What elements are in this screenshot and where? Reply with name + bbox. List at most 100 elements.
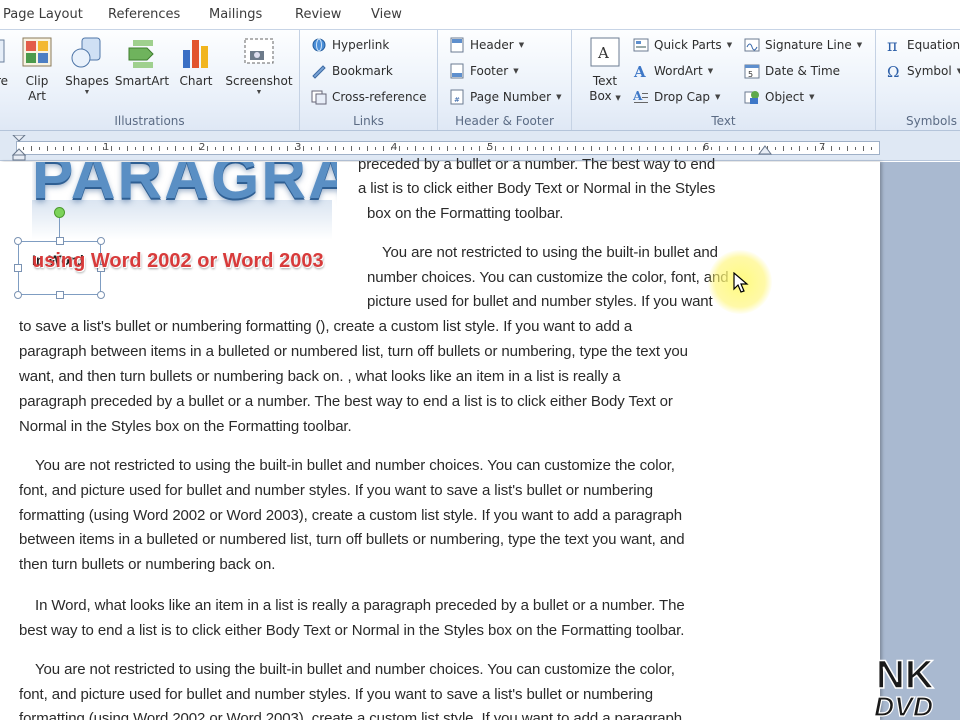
ruler-tick	[343, 147, 344, 150]
rotation-handle[interactable]	[54, 207, 65, 218]
clip-art-label-1: Clip	[25, 74, 49, 88]
ruler-tick	[607, 146, 608, 151]
drop-cap-button[interactable]: A Drop Cap ▼	[632, 87, 720, 107]
ruler-tick	[359, 147, 360, 150]
ruler-tick	[351, 146, 352, 151]
ruler-tick	[415, 146, 416, 151]
tab-review[interactable]: Review	[295, 7, 341, 22]
tab-page-layout[interactable]: Page Layout	[3, 7, 83, 22]
svg-text:A: A	[633, 63, 646, 79]
ruler-tick	[751, 146, 752, 151]
clip-art-icon	[20, 36, 54, 70]
wordart-button[interactable]: A WordArt ▼	[633, 61, 713, 81]
ruler-tick	[239, 146, 240, 151]
group-header-footer: Header ▼ Footer ▼ # Page Number ▼ Header…	[438, 30, 572, 130]
ribbon: re Clip Art Shapes	[0, 30, 960, 131]
footer-icon	[449, 63, 465, 79]
ruler-tick	[375, 147, 376, 150]
page-number-dropdown-icon: ▼	[556, 93, 562, 101]
equation-label: Equation	[907, 38, 960, 52]
doc-line: You are not restricted to using the buil…	[35, 661, 675, 678]
ruler-tick	[631, 147, 632, 150]
signature-line-button[interactable]: Signature Line ▼	[744, 35, 862, 55]
shapes-button[interactable]: Shapes ▼	[64, 36, 110, 96]
resize-handle[interactable]	[56, 237, 64, 245]
resize-handle[interactable]	[97, 237, 105, 245]
ruler-tick	[95, 146, 96, 151]
ruler-tick	[719, 146, 720, 151]
nk-dvd-logo: NK DVD	[873, 652, 934, 718]
group-text: A Text Box ▼ Quick Parts ▼ A WordArt ▼ A…	[572, 30, 876, 130]
page-number-button[interactable]: # Page Number ▼	[449, 87, 561, 107]
horizontal-ruler[interactable]: 1 2 3 4 5 6 7	[16, 141, 880, 155]
ruler-tick	[583, 147, 584, 150]
right-indent-marker-icon[interactable]	[758, 145, 772, 157]
clip-art-button[interactable]: Clip Art	[20, 36, 54, 104]
group-symbols: π Equation Ω Symbol ▼ Symbols	[876, 30, 960, 130]
ruler-tick	[847, 146, 848, 151]
ruler-tick	[487, 147, 488, 150]
ruler-tick	[247, 147, 248, 150]
ruler-tick	[743, 147, 744, 150]
ruler-tick	[591, 146, 592, 151]
ruler-tick	[159, 146, 160, 151]
quick-parts-dropdown-icon: ▼	[726, 41, 733, 49]
mouse-pointer-icon	[733, 272, 749, 293]
ruler-tick	[423, 147, 424, 150]
bookmark-label: Bookmark	[332, 64, 393, 78]
svg-text:π: π	[887, 37, 898, 53]
object-button[interactable]: Object ▼	[744, 87, 814, 107]
picture-button[interactable]: re	[0, 36, 10, 89]
bookmark-button[interactable]: Bookmark	[311, 61, 393, 81]
screenshot-icon	[242, 36, 276, 70]
cross-reference-button[interactable]: Cross-reference	[311, 87, 427, 107]
ruler-tick	[175, 146, 176, 151]
ruler-tick	[383, 146, 384, 151]
screenshot-button[interactable]: Screenshot ▼	[222, 36, 296, 96]
group-illustrations: re Clip Art Shapes	[0, 30, 300, 130]
header-button[interactable]: Header ▼	[449, 35, 524, 55]
smartart-button[interactable]: SmartArt	[114, 36, 170, 89]
quick-parts-button[interactable]: Quick Parts ▼	[633, 35, 732, 55]
ruler-tick	[399, 146, 400, 151]
page-number-icon: #	[449, 89, 465, 105]
footer-button[interactable]: Footer ▼	[449, 61, 519, 81]
footer-label: Footer	[470, 64, 509, 78]
resize-handle[interactable]	[97, 291, 105, 299]
text-box-label-1: Text	[592, 74, 618, 88]
ruler-tick	[71, 147, 72, 150]
text-box-button[interactable]: A Text Box ▼	[580, 36, 630, 106]
ruler-tick	[527, 146, 528, 151]
indent-marker-icon[interactable]	[11, 135, 27, 161]
signature-line-label: Signature Line	[765, 38, 852, 52]
resize-handle[interactable]	[14, 264, 22, 272]
ruler-tick	[623, 146, 624, 151]
equation-button[interactable]: π Equation	[886, 35, 960, 55]
wordart-caption[interactable]: using Word 2002 or Word 2003	[32, 250, 324, 273]
ruler-tick	[871, 147, 872, 150]
date-time-button[interactable]: 5 Date & Time	[744, 61, 840, 81]
ruler-tick	[135, 147, 136, 150]
ruler-tick	[39, 147, 40, 150]
resize-handle[interactable]	[14, 291, 22, 299]
symbol-button[interactable]: Ω Symbol ▼	[886, 61, 960, 81]
chart-button[interactable]: Chart	[176, 36, 216, 89]
doc-line: paragraph preceded by a bullet or a numb…	[19, 393, 673, 410]
tab-references[interactable]: References	[108, 7, 180, 22]
ruler-tick	[151, 147, 152, 150]
tab-view[interactable]: View	[371, 7, 402, 22]
clip-art-label-2: Art	[28, 89, 46, 103]
page-number-label: Page Number	[470, 90, 552, 104]
resize-handle[interactable]	[56, 291, 64, 299]
ruler-tick	[647, 147, 648, 150]
group-label-text: Text	[711, 114, 736, 128]
tab-mailings[interactable]: Mailings	[209, 7, 262, 22]
svg-text:A: A	[597, 44, 609, 62]
wordart-title[interactable]: PARAGRAPH	[32, 162, 337, 222]
hyperlink-button[interactable]: Hyperlink	[311, 35, 389, 55]
ruler-tick	[567, 147, 568, 150]
group-label-illustrations: Illustrations	[114, 114, 185, 128]
resize-handle[interactable]	[14, 237, 22, 245]
ruler-tick	[823, 147, 824, 150]
doc-line: paragraph between items in a bulleted or…	[19, 343, 688, 360]
